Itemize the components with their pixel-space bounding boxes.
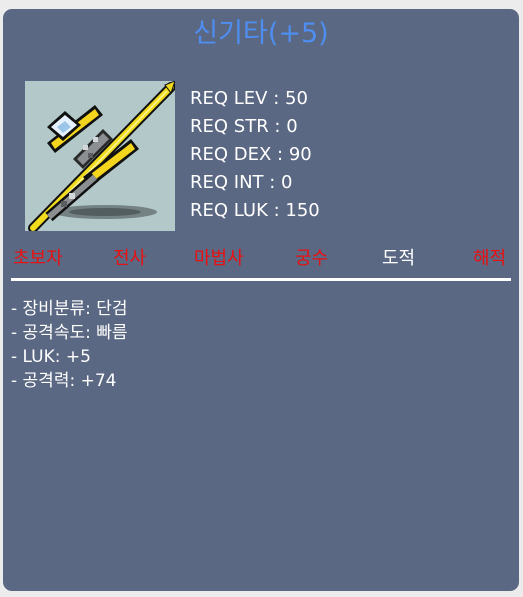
requirements-list: REQ LEV : 50 REQ STR : 0 REQ DEX : 90 RE… [190,85,320,225]
req-int: REQ INT : 0 [190,172,293,193]
job-pirate: 해적 [473,248,507,269]
job-magician: 마법사 [194,248,244,269]
job-warrior: 전사 [113,248,147,269]
item-name: 신기타(+5) [193,18,329,49]
req-str: REQ STR : 0 [190,116,298,137]
item-icon-frame [25,81,175,231]
job-thief: 도적 [382,248,416,269]
stat-attack-power: - 공격력: +74 [11,371,117,391]
req-level: REQ LEV : 50 [190,88,308,109]
job-archer: 궁수 [295,248,329,269]
item-stats: - 장비분류: 단검 - 공격속도: 빠름 - LUK: +5 - 공격력: +… [11,297,128,393]
stat-equip-category: - 장비분류: 단검 [11,299,128,319]
divider [11,278,511,281]
req-dex: REQ DEX : 90 [190,144,312,165]
golden-guitar-dagger-icon [28,81,175,231]
job-requirements: 초보자 전사 마법사 궁수 도적 해적 [11,246,511,272]
stat-attack-speed: - 공격속도: 빠름 [11,323,128,343]
item-tooltip: 신기타(+5) REQ LEV: 50 REQ STR: 0 REQ DEX… [3,9,519,591]
req-luk: REQ LUK : 150 [190,200,320,221]
job-beginner: 초보자 [13,248,63,269]
stat-luk: - LUK: +5 [11,347,91,367]
